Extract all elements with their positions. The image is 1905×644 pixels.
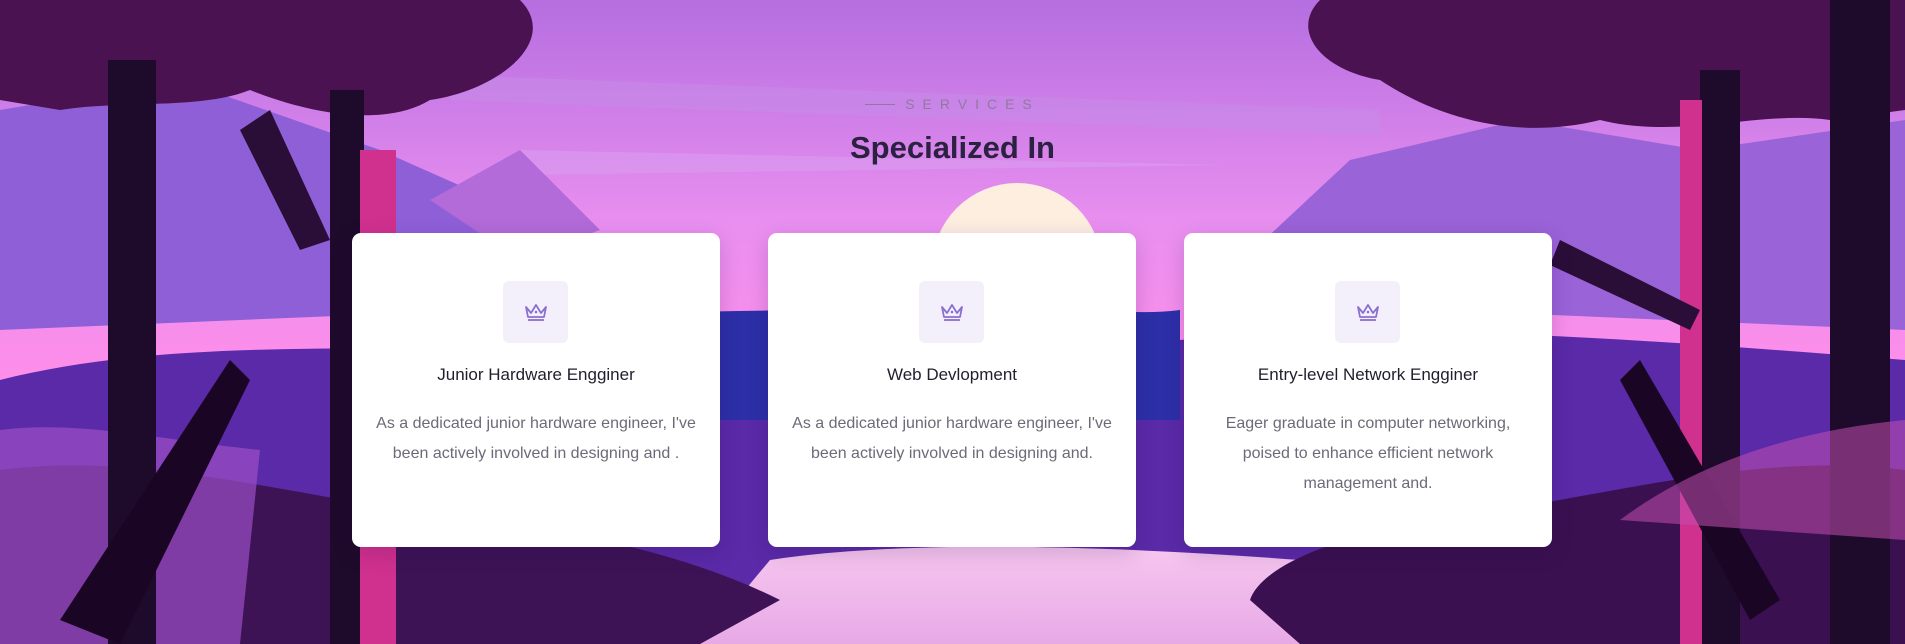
section-title: Specialized In xyxy=(849,130,1055,165)
card-icon-box xyxy=(919,281,984,343)
card-heading: Entry-level Network Engginer xyxy=(1257,365,1479,384)
card-description: As a dedicated junior hardware engineer,… xyxy=(376,415,696,462)
section-kicker: SERVICES xyxy=(0,96,1905,112)
services-section: SERVICES Specialized In Junior Hardware … xyxy=(0,0,1905,644)
card-icon-box xyxy=(1335,281,1400,343)
card-heading: Junior Hardware Engginer xyxy=(437,365,635,384)
crown-icon xyxy=(524,304,547,321)
kicker-divider xyxy=(865,103,896,105)
service-card-web: Web Devlopment As a dedicated junior har… xyxy=(768,233,1136,547)
card-description: Eager graduate in computer networking, p… xyxy=(1225,415,1511,492)
crown-icon xyxy=(940,304,963,321)
card-description: As a dedicated junior hardware engineer,… xyxy=(792,415,1112,462)
service-card-hardware: Junior Hardware Engginer As a dedicated … xyxy=(352,233,720,547)
card-icon-box xyxy=(503,281,568,343)
crown-icon xyxy=(1356,304,1379,321)
card-heading: Web Devlopment xyxy=(886,365,1018,384)
service-card-network: Entry-level Network Engginer Eager gradu… xyxy=(1184,233,1552,547)
kicker-text: SERVICES xyxy=(905,96,1040,112)
